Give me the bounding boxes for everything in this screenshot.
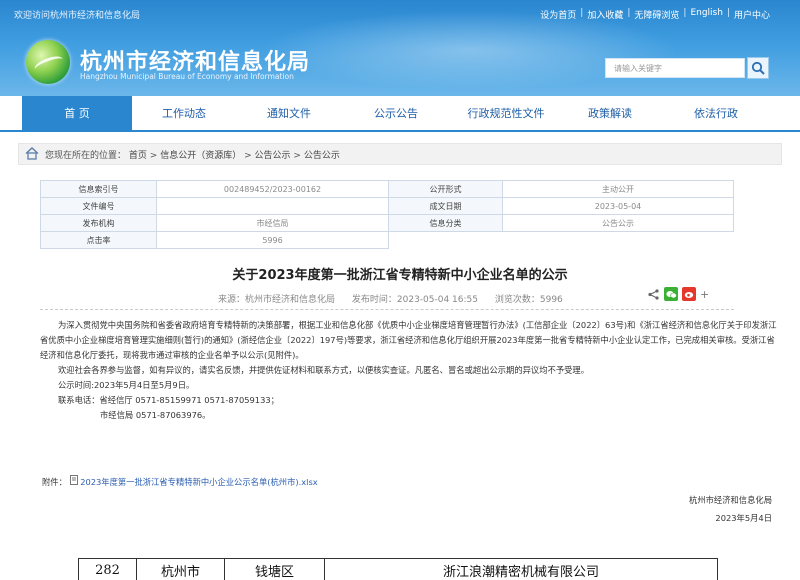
top-link-separator: | [726, 8, 730, 18]
info-label: 发布机构 [40, 214, 157, 232]
info-label: 公开形式 [388, 180, 503, 198]
info-value: 002489452/2023-00162 [156, 180, 389, 198]
search-icon [751, 61, 765, 75]
table-cell-district: 钱塘区 [224, 558, 325, 580]
nav-item-notices[interactable]: 通知文件 [236, 96, 342, 132]
table-row: 信息索引号 002489452/2023-00162 公开形式 主动公开 [40, 180, 734, 198]
share-icon[interactable] [646, 287, 660, 301]
weibo-icon[interactable] [682, 287, 696, 301]
table-row: 点击率 5996 [40, 231, 734, 249]
contact-line: 联系电话：省经信厅 0571-85159971 0571-87059133； [58, 395, 279, 405]
nav-item-law-administration[interactable]: 依法行政 [658, 96, 774, 132]
top-links: 设为首页 | 加入收藏 | 无障碍浏览 | English | 用户中心 [540, 8, 770, 21]
info-label: 点击率 [40, 231, 157, 249]
info-value: 市经信局 [156, 214, 389, 232]
contact-line: 市经信局 0571-87063976。 [100, 410, 211, 420]
breadcrumb-separator: > [149, 151, 158, 161]
breadcrumb-announcements[interactable]: 公告公示 [255, 151, 291, 161]
breadcrumb-announcements-current[interactable]: 公告公示 [304, 151, 340, 161]
top-link-english[interactable]: English [690, 8, 723, 21]
top-link-user-center[interactable]: 用户中心 [734, 8, 770, 21]
breadcrumb-separator: > [244, 151, 252, 161]
table-cell-company: 浙江浪潮精密机械有限公司 [324, 558, 718, 580]
table-cell-city: 杭州市 [136, 558, 225, 580]
table-cell-number: 282 [78, 558, 137, 580]
attachment: 附件： 2023年度第一批浙江省专精特新中小企业公示名单(杭州市).xlsx [42, 475, 318, 488]
page-title: 关于2023年度第一批浙江省专精特新中小企业名单的公示 [232, 268, 568, 283]
main-nav: 首 页 工作动态 通知文件 公示公告 行政规范性文件 政策解读 依法行政 [0, 96, 800, 132]
table-row: 文件编号 成文日期 2023-05-04 [40, 197, 734, 215]
company-list-table: 282 杭州市 钱塘区 浙江浪潮精密机械有限公司 [78, 558, 718, 580]
info-value: 5996 [156, 231, 389, 249]
share-bar: + [646, 287, 709, 301]
site-header: 欢迎访问杭州市经济和信息化局 设为首页 | 加入收藏 | 无障碍浏览 | Eng… [0, 0, 800, 96]
nav-item-announcements[interactable]: 公示公告 [342, 96, 450, 132]
top-link-favorite[interactable]: 加入收藏 [587, 8, 623, 21]
signature-date: 2023年5月4日 [715, 513, 772, 523]
article-views: 浏览次数：5996 [494, 295, 563, 305]
table-row: 282 杭州市 钱塘区 浙江浪潮精密机械有限公司 [78, 558, 718, 580]
top-link-separator: | [580, 8, 584, 18]
site-subtitle: Hangzhou Municipal Bureau of Economy and… [80, 72, 294, 81]
top-link-separator: | [683, 8, 687, 18]
wechat-icon[interactable] [664, 287, 678, 301]
attachment-link[interactable]: 2023年度第一批浙江省专精特新中小企业公示名单(杭州市).xlsx [80, 477, 318, 487]
info-value: 公告公示 [502, 214, 734, 232]
site-logo[interactable] [26, 40, 70, 84]
info-label: 成文日期 [388, 197, 503, 215]
home-icon [25, 147, 39, 160]
info-table: 信息索引号 002489452/2023-00162 公开形式 主动公开 文件编… [40, 180, 734, 249]
info-label: 信息分类 [388, 214, 503, 232]
table-row: 发布机构 市经信局 信息分类 公告公示 [40, 214, 734, 232]
signature-org: 杭州市经济和信息化局 [689, 495, 772, 505]
attachment-label: 附件： [42, 477, 67, 487]
nav-item-regulations[interactable]: 行政规范性文件 [450, 96, 562, 132]
info-label: 文件编号 [40, 197, 157, 215]
breadcrumb-home[interactable]: 首页 [129, 151, 147, 161]
file-icon [69, 475, 78, 485]
top-link-accessibility[interactable]: 无障碍浏览 [634, 8, 679, 21]
nav-item-policy-interpretation[interactable]: 政策解读 [562, 96, 658, 132]
article-published: 发布时间：2023-05-04 16:55 [351, 295, 478, 305]
header-glow [260, 10, 680, 90]
welcome-text: 欢迎访问杭州市经济和信息化局 [14, 11, 141, 21]
breadcrumb: 您现在所在的位置： 首页 > 信息公开（资源库） > 公告公示 > 公告公示 [18, 143, 782, 165]
article-paragraph: 欢迎社会各界参与监督，如有异议的，请实名反馈，并提供佐证材料和联系方式，以便核实… [58, 365, 590, 375]
info-value: 主动公开 [502, 180, 734, 198]
article-source: 来源：杭州市经济和信息化局 [218, 295, 336, 305]
article-meta: 来源：杭州市经济和信息化局 发布时间：2023-05-04 16:55 浏览次数… [218, 292, 577, 305]
breadcrumb-info-public[interactable]: 信息公开（资源库） [160, 151, 241, 161]
empty-cell [389, 232, 503, 249]
divider [40, 309, 734, 310]
more-share-icon[interactable]: + [700, 288, 709, 301]
nav-item-work-news[interactable]: 工作动态 [132, 96, 236, 132]
info-value [156, 197, 389, 215]
breadcrumb-prefix: 您现在所在的位置： [45, 151, 127, 161]
nav-item-home[interactable]: 首 页 [22, 96, 132, 132]
top-link-set-home[interactable]: 设为首页 [540, 8, 576, 21]
article-body: 为深入贯彻党中央国务院和省委省政府培育专精特新的决策部署，根据工业和信息化部《优… [40, 318, 780, 423]
empty-cell [503, 232, 734, 249]
search-button[interactable] [747, 57, 769, 79]
article-paragraph: 为深入贯彻党中央国务院和省委省政府培育专精特新的决策部署，根据工业和信息化部《优… [40, 320, 777, 360]
search-input[interactable]: 请输入关键字 [605, 58, 745, 78]
publicity-period: 公示时间:2023年5月4日至5月9日。 [58, 380, 195, 390]
info-label: 信息索引号 [40, 180, 157, 198]
top-link-separator: | [627, 8, 631, 18]
info-value: 2023-05-04 [502, 197, 734, 215]
breadcrumb-separator: > [293, 151, 301, 161]
